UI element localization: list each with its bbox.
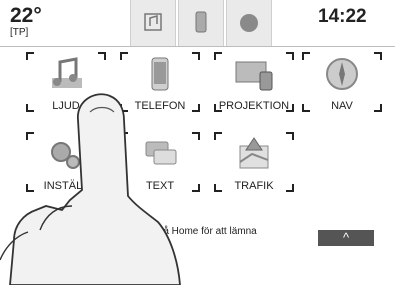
app-tile-nav[interactable]: NAV: [302, 52, 382, 112]
traffic-program-tag: [TP]: [10, 27, 29, 38]
app-label: INSTÄLL: [43, 180, 89, 192]
phone-shortcut-button[interactable]: [178, 0, 224, 46]
status-bar: 22° [TP] 14:22: [0, 0, 395, 47]
app-tile-telefon[interactable]: TELEFON: [120, 52, 200, 112]
app-tile-text[interactable]: TEXT: [120, 132, 200, 192]
app-tile-projektion[interactable]: PROJEKTION: [214, 52, 294, 112]
app-label: PROJEKTION: [218, 100, 290, 112]
app-label: NAV: [331, 100, 353, 112]
app-label: TELEFON: [134, 100, 186, 112]
app-tile-installningar[interactable]: INSTÄLL: [26, 132, 106, 192]
compass-icon: [326, 58, 358, 90]
smartphone-icon: [151, 57, 169, 91]
scroll-up-button[interactable]: ^: [318, 230, 374, 246]
chat-bubbles-icon: [145, 141, 177, 165]
app-label: TEXT: [145, 180, 175, 192]
music-note-icon: [52, 57, 82, 88]
bottom-bar: [0, 248, 395, 285]
clock: 14:22: [318, 6, 367, 27]
app-label: LJUD: [52, 100, 80, 112]
app-tile-ljud[interactable]: LJUD: [26, 52, 106, 112]
music-icon: [144, 13, 162, 31]
record-icon: [240, 14, 258, 32]
phone-icon: [195, 11, 207, 33]
projection-icon: [235, 61, 273, 91]
app-grid: LJUD TELEFON PROJEKTION NAV INSTÄLL TEXT…: [0, 46, 395, 226]
home-hint-text: e: Tryck på Home för att lämna: [120, 226, 257, 237]
app-label: TRAFIK: [234, 180, 274, 192]
temperature: 22°: [10, 4, 42, 27]
home-screen: 22° [TP] 14:22 LJUD TELEFON PROJEKTION N…: [0, 0, 395, 285]
traffic-map-icon: [239, 137, 269, 169]
gears-icon: [51, 142, 80, 169]
record-shortcut-button[interactable]: [226, 0, 272, 46]
app-tile-trafik[interactable]: TRAFIK: [214, 132, 294, 192]
music-shortcut-button[interactable]: [130, 0, 176, 46]
